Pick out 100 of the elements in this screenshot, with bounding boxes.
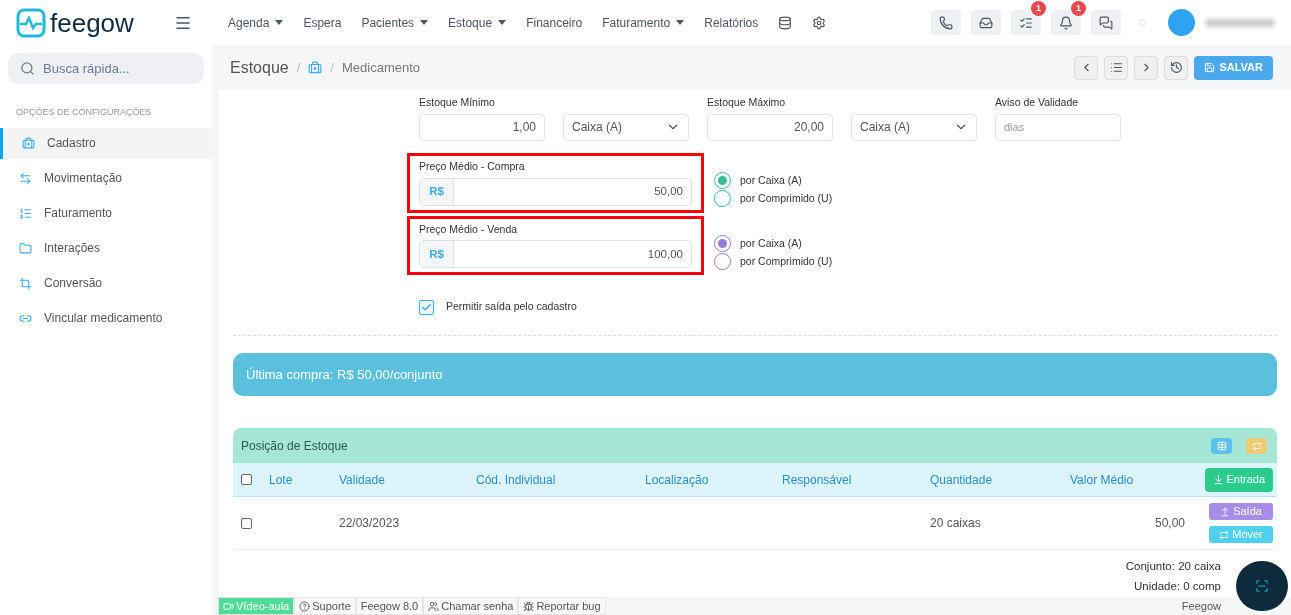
column-header: Lote — [269, 471, 294, 489]
field-label: Estoque Mínimo — [419, 95, 496, 110]
next-button[interactable] — [1134, 55, 1159, 80]
search-icon — [20, 61, 35, 76]
sidebar-title: OPÇÕES DE CONFIGURAÇÕES — [15, 106, 153, 119]
previous-button[interactable] — [1074, 55, 1099, 80]
breadcrumb-separator: / — [330, 58, 334, 77]
nav-link[interactable]: Pacientes — [361, 13, 429, 32]
column-header: Valor Médio — [1070, 471, 1135, 489]
table-cell-text: 22/03/2023 — [339, 515, 401, 532]
nav-link[interactable]: Agenda — [228, 13, 284, 32]
checkbox[interactable] — [419, 299, 434, 315]
notification-badge: 1 — [1071, 1, 1086, 16]
sidebar-item[interactable]: Conversão — [0, 267, 212, 299]
nav-link[interactable]: Faturamento — [602, 13, 685, 32]
repeat-icon — [1219, 529, 1230, 540]
footer-link[interactable]: Chamar senha — [423, 597, 519, 615]
avatar[interactable] — [1168, 9, 1195, 36]
column-header: Validade — [339, 471, 386, 489]
field-label: Aviso de Validade — [995, 95, 1080, 110]
field-label: Preço Médio - Venda — [419, 221, 519, 237]
radio-label: por Comprimido (U) — [740, 253, 833, 269]
column-header: Localização — [645, 471, 710, 489]
table-cell-text: 20 caixas — [930, 515, 982, 532]
scan-icon — [1255, 579, 1269, 593]
checkbox-label: Permitir saída pelo cadastro — [446, 299, 577, 315]
price-field[interactable]: R$ 50,00 — [419, 177, 692, 206]
search-field[interactable]: Busca rápida... — [8, 53, 204, 84]
bell-icon — [1059, 15, 1073, 30]
list-button[interactable] — [1104, 55, 1129, 80]
notification-badge: 1 — [1031, 1, 1046, 16]
arrows-icon — [19, 171, 32, 185]
nav-link[interactable]: Financeiro — [526, 13, 583, 32]
help-icon — [299, 600, 311, 612]
bug-icon — [523, 600, 535, 612]
video-icon — [223, 600, 234, 612]
bell-button[interactable] — [1051, 10, 1081, 35]
radio-label: por Caixa (A) — [740, 172, 802, 188]
footer-link[interactable]: Reportar bug — [518, 597, 606, 615]
sidebar-item[interactable]: Faturamento — [0, 197, 212, 229]
breadcrumb-separator: / — [296, 58, 301, 77]
total-text: Unidade: 0 comp — [1134, 579, 1221, 595]
checkbox[interactable] — [241, 474, 252, 485]
arrow-up-icon — [1220, 506, 1231, 517]
phone-button[interactable] — [931, 10, 961, 35]
medical-kit-icon[interactable] — [308, 60, 323, 75]
unit-select[interactable]: Caixa (A) — [563, 113, 689, 141]
radio-label: por Caixa (A) — [740, 235, 802, 251]
footer-link[interactable]: Feegow 8.0 — [355, 597, 424, 615]
people-icon — [428, 600, 440, 612]
nav-link[interactable]: Espera — [303, 13, 342, 32]
history-button[interactable] — [1164, 55, 1189, 80]
checklist-icon — [1019, 15, 1033, 30]
repeat-icon — [1251, 440, 1262, 451]
last-purchase-alert: Última compra: R$ 50,00/conjunto — [233, 353, 1277, 396]
arrow-down-icon — [1213, 474, 1225, 485]
row-checkbox[interactable] — [241, 517, 252, 529]
maximum-stock-field[interactable]: 20,00 — [707, 113, 833, 141]
minimum-stock-field[interactable]: 1,00 — [419, 113, 545, 141]
user-name-blurred — [1205, 18, 1275, 27]
unit-select[interactable]: Caixa (A) — [851, 113, 977, 141]
folder-icon — [19, 241, 32, 255]
column-header: Quantidade — [930, 471, 994, 489]
sidebar-item[interactable]: Movimentação — [0, 162, 212, 194]
chat-button[interactable] — [1091, 10, 1121, 35]
settings-icon[interactable] — [812, 15, 827, 30]
chat-icon — [1099, 15, 1113, 30]
logo-icon — [16, 7, 46, 38]
breadcrumb-current: Medicamento — [341, 58, 420, 77]
inbox-button[interactable] — [971, 10, 1001, 35]
tasks-button[interactable] — [1011, 10, 1041, 35]
list-icon — [1109, 61, 1123, 74]
column-header: Cód. Individual — [476, 471, 557, 489]
field-label: Preço Médio - Compra — [419, 158, 526, 174]
logo-text: feegow — [50, 9, 134, 36]
total-text: Conjunto: 20 caixa — [1125, 559, 1221, 574]
page-title: Estoque — [230, 57, 289, 78]
price-field[interactable]: R$ 100,00 — [419, 240, 692, 269]
currency-prefix: R$ — [420, 178, 454, 205]
sidebar-item[interactable]: Interações — [0, 232, 212, 264]
inbox-icon — [979, 15, 993, 30]
radio-label: por Comprimido (U) — [740, 190, 833, 206]
field-label: Estoque Máximo — [707, 95, 787, 110]
currency-prefix: R$ — [420, 241, 454, 268]
sidebar-item[interactable]: Cadastro — [0, 127, 212, 159]
nav-link[interactable]: Relatórios — [704, 13, 759, 32]
table-cell-text: 50,00 — [1154, 515, 1185, 532]
column-header: Responsável — [782, 471, 853, 489]
crop-icon — [19, 276, 32, 290]
phone-icon — [939, 15, 953, 30]
database-icon[interactable] — [778, 15, 793, 30]
nav-link[interactable]: Estoque — [448, 13, 507, 32]
save-icon — [1204, 62, 1216, 73]
sidebar-item[interactable]: Vincular medicamento — [0, 302, 212, 334]
footer-link[interactable]: Suporte — [294, 597, 356, 615]
list-icon — [19, 206, 32, 220]
table-icon — [1216, 440, 1227, 451]
footer-brand: Feegow — [1181, 598, 1221, 614]
medical-kit-icon — [22, 136, 35, 150]
check-icon — [421, 301, 432, 313]
